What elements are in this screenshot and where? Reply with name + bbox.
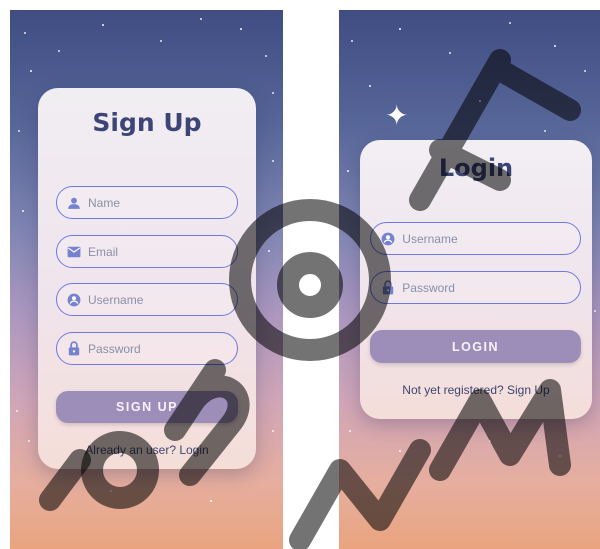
name-input[interactable] bbox=[88, 195, 237, 210]
email-icon bbox=[67, 244, 81, 260]
password-input[interactable] bbox=[88, 341, 237, 356]
name-field[interactable] bbox=[56, 186, 238, 219]
username-field[interactable] bbox=[56, 283, 238, 316]
signup-card: Sign Up SIGN UP Already an bbox=[38, 88, 256, 469]
sparkle-icon: ✦ bbox=[385, 100, 409, 131]
email-input[interactable] bbox=[88, 244, 237, 259]
person-icon bbox=[67, 195, 81, 211]
email-field[interactable] bbox=[56, 235, 238, 268]
signup-link[interactable]: Not yet registered? Sign Up bbox=[360, 383, 592, 397]
login-screen: ✦ Login LOGIN Not yet registered? Sign U… bbox=[339, 10, 600, 549]
signup-button[interactable]: SIGN UP bbox=[56, 391, 238, 423]
password-field[interactable] bbox=[56, 332, 238, 365]
lock-icon bbox=[381, 280, 395, 296]
login-link[interactable]: Already an user? Login bbox=[38, 443, 256, 457]
password-input[interactable] bbox=[402, 280, 580, 295]
lock-icon bbox=[67, 341, 81, 357]
account-circle-icon bbox=[67, 292, 81, 308]
signup-title: Sign Up bbox=[92, 108, 202, 137]
signup-screen: Sign Up SIGN UP Already an bbox=[10, 10, 283, 549]
login-button[interactable]: LOGIN bbox=[370, 330, 581, 363]
password-field[interactable] bbox=[370, 271, 581, 304]
username-input[interactable] bbox=[88, 292, 237, 307]
login-title: Login bbox=[438, 154, 514, 182]
username-input[interactable] bbox=[402, 231, 580, 246]
login-card: Login LOGIN Not yet registered? Sign Up bbox=[360, 140, 592, 419]
account-circle-icon bbox=[381, 231, 395, 247]
username-field[interactable] bbox=[370, 222, 581, 255]
